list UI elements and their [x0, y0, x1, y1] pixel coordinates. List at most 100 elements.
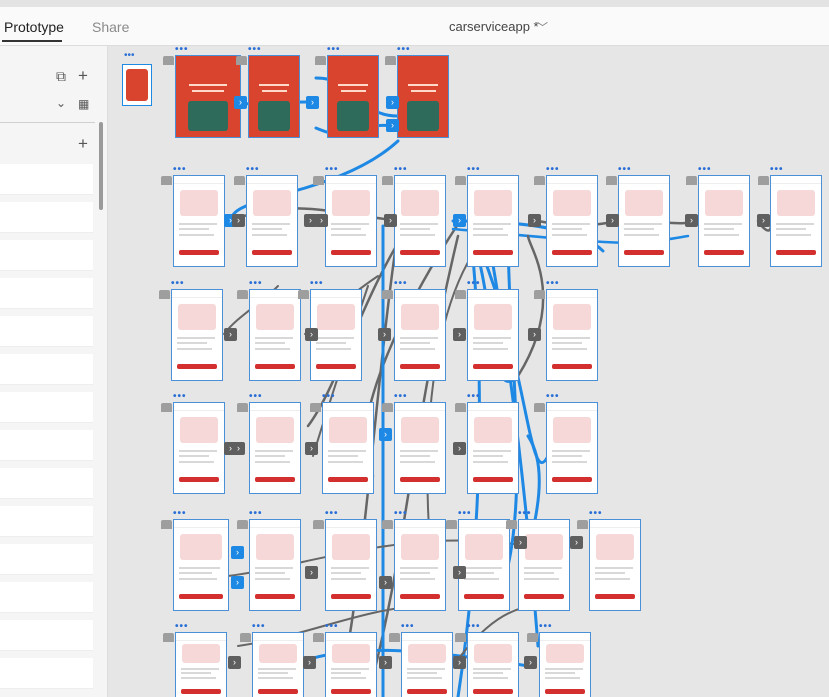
list-item[interactable] [0, 468, 93, 499]
more-icon[interactable]: ••• [518, 508, 532, 519]
more-icon[interactable]: ••• [546, 278, 560, 289]
artboard[interactable] [325, 175, 377, 267]
more-icon[interactable]: ••• [175, 621, 189, 632]
more-icon[interactable]: ••• [539, 621, 553, 632]
artboard[interactable] [248, 55, 300, 138]
artboard[interactable] [467, 402, 519, 494]
chevron-right-icon[interactable]: › [453, 214, 466, 227]
more-icon[interactable]: ••• [618, 164, 632, 175]
chevron-right-icon[interactable]: › [232, 214, 245, 227]
list-item[interactable] [0, 430, 93, 461]
chevron-right-icon[interactable]: › [231, 546, 244, 559]
scrollbar[interactable] [99, 122, 103, 210]
chevron-right-icon[interactable]: › [757, 214, 770, 227]
list-item[interactable] [0, 354, 93, 385]
more-icon[interactable]: ••• [249, 508, 263, 519]
more-icon[interactable]: ••• [248, 46, 262, 55]
artboard[interactable] [249, 289, 301, 381]
more-icon[interactable]: ••• [394, 164, 408, 175]
chevron-right-icon[interactable]: › [379, 656, 392, 669]
chevron-right-icon[interactable]: › [524, 656, 537, 669]
chevron-right-icon[interactable]: › [379, 576, 392, 589]
more-icon[interactable]: ••• [546, 391, 560, 402]
more-icon[interactable]: ••• [467, 621, 481, 632]
artboard[interactable] [394, 519, 446, 611]
chevron-right-icon[interactable]: › [386, 119, 399, 132]
chevron-right-icon[interactable]: › [386, 96, 399, 109]
list-item[interactable] [0, 582, 93, 613]
more-icon[interactable]: ••• [770, 164, 784, 175]
artboard[interactable] [698, 175, 750, 267]
artboard[interactable] [246, 175, 298, 267]
artboard[interactable] [171, 289, 223, 381]
chevron-right-icon[interactable]: › [234, 96, 247, 109]
artboard[interactable] [589, 519, 641, 611]
more-icon[interactable]: ••• [246, 164, 260, 175]
copy-icon[interactable]: ⧉ [56, 68, 66, 85]
artboard[interactable] [175, 55, 241, 138]
plus-icon[interactable]: + [78, 134, 88, 154]
artboard[interactable] [249, 402, 301, 494]
tab-prototype[interactable]: Prototype [4, 19, 64, 35]
artboard[interactable] [518, 519, 570, 611]
artboard[interactable] [394, 402, 446, 494]
artboard[interactable] [546, 175, 598, 267]
list-item[interactable] [0, 658, 93, 689]
more-icon[interactable]: ••• [252, 621, 266, 632]
more-icon[interactable]: ••• [325, 508, 339, 519]
chevron-right-icon[interactable]: › [315, 214, 328, 227]
artboard[interactable] [173, 175, 225, 267]
artboard[interactable] [325, 519, 377, 611]
prototype-wire[interactable] [516, 234, 545, 378]
more-icon[interactable]: ••• [327, 46, 341, 55]
chevron-right-icon[interactable]: › [453, 656, 466, 669]
more-icon[interactable]: ••• [546, 164, 560, 175]
artboard[interactable] [397, 55, 449, 138]
chevron-right-icon[interactable]: › [305, 566, 318, 579]
more-icon[interactable]: ••• [394, 391, 408, 402]
chevron-right-icon[interactable]: › [453, 328, 466, 341]
chevron-right-icon[interactable]: › [685, 214, 698, 227]
chevron-right-icon[interactable]: › [528, 328, 541, 341]
more-icon[interactable]: ••• [175, 46, 189, 55]
chevron-right-icon[interactable]: › [305, 328, 318, 341]
list-item[interactable] [0, 240, 93, 271]
more-icon[interactable]: ••• [310, 278, 324, 289]
chevron-right-icon[interactable]: › [514, 536, 527, 549]
artboard[interactable] [467, 289, 519, 381]
artboard[interactable] [322, 402, 374, 494]
more-icon[interactable]: ••• [249, 391, 263, 402]
prototype-canvas[interactable]: ••• ••• ••• ••• ••• ••• ••• ••• ••• ••• ••• ••• •••… [108, 46, 829, 697]
artboard[interactable] [467, 632, 519, 697]
more-icon[interactable]: ••• [171, 278, 185, 289]
more-icon[interactable]: ••• [173, 391, 187, 402]
artboard[interactable] [173, 519, 229, 611]
artboard[interactable] [401, 632, 453, 697]
chevron-right-icon[interactable]: › [306, 96, 319, 109]
more-icon[interactable]: ••• [394, 278, 408, 289]
more-icon[interactable]: ••• [458, 508, 472, 519]
more-icon[interactable]: ••• [401, 621, 415, 632]
more-icon[interactable]: ••• [397, 46, 411, 55]
more-icon[interactable]: ••• [394, 508, 408, 519]
plus-icon[interactable]: + [78, 66, 88, 86]
more-icon[interactable]: ••• [467, 278, 481, 289]
more-icon[interactable]: ••• [325, 621, 339, 632]
more-icon[interactable]: ••• [325, 164, 339, 175]
artboard[interactable] [394, 289, 446, 381]
artboard[interactable] [327, 55, 379, 138]
chevron-right-icon[interactable]: › [228, 656, 241, 669]
document-title[interactable]: carserviceapp * [449, 19, 539, 34]
list-item[interactable] [0, 202, 93, 233]
more-icon[interactable]: ••• [173, 164, 187, 175]
chevron-down-icon[interactable]: ﹀ [537, 19, 548, 35]
artboard[interactable] [770, 175, 822, 267]
artboard[interactable] [539, 632, 591, 697]
more-icon[interactable]: ••• [467, 391, 481, 402]
artboard[interactable] [546, 289, 598, 381]
chevron-right-icon[interactable]: › [305, 442, 318, 455]
chevron-right-icon[interactable]: › [303, 656, 316, 669]
chevron-right-icon[interactable]: › [224, 328, 237, 341]
more-icon[interactable]: ••• [322, 391, 336, 402]
more-icon[interactable]: ••• [467, 164, 481, 175]
